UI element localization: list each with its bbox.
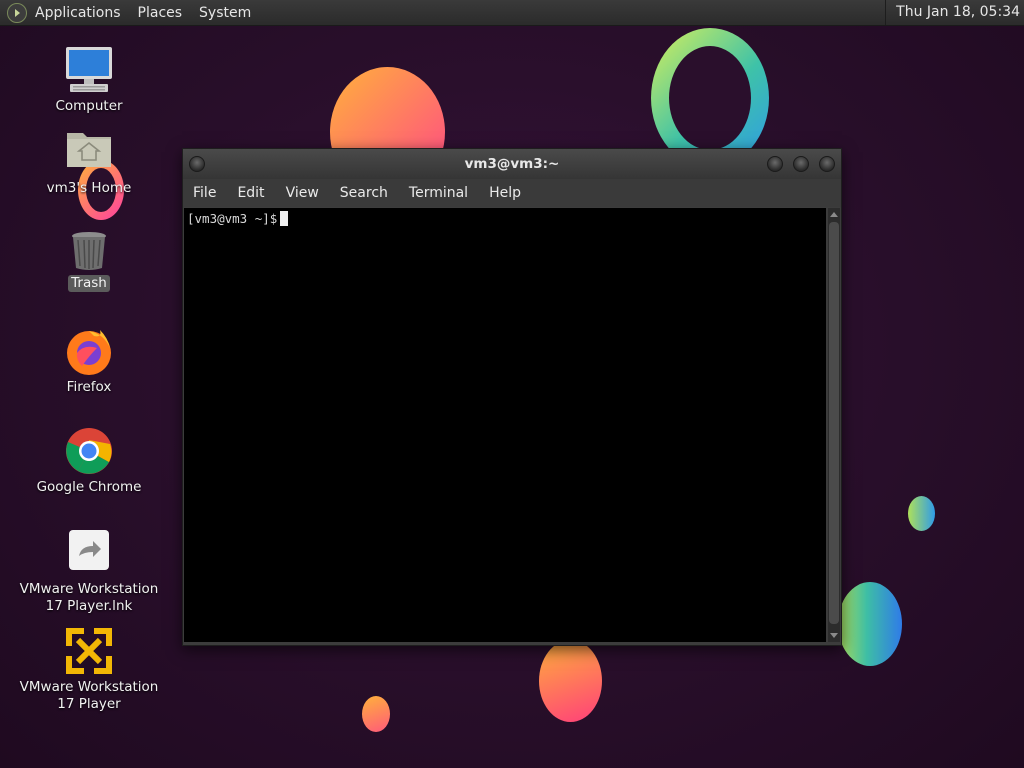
places-menu[interactable]: Places [138,5,183,21]
close-icon[interactable] [819,156,835,172]
menu-edit[interactable]: Edit [237,185,264,201]
desktop-icon-firefox[interactable]: Firefox [14,326,164,396]
terminal-cursor [280,211,289,226]
wallpaper-small-blue-blob [908,496,935,531]
menu-terminal[interactable]: Terminal [409,185,468,201]
home-folder-icon [64,127,114,177]
panel-clock[interactable]: Thu Jan 18, 05:34 [885,0,1024,25]
desktop-icon-label: VMware Workstation 17 Player [20,679,159,713]
menu-view[interactable]: View [286,185,319,201]
trash-icon [64,228,114,272]
window-title: vm3@vm3:~ [464,156,560,172]
menu-file[interactable]: File [193,185,216,201]
scroll-up-icon[interactable] [830,212,838,217]
terminal-prompt-line: [vm3@vm3 ~]$ [187,211,289,226]
desktop-icon-label-line1: VMware Workstation [19,581,159,597]
terminal-output[interactable]: [vm3@vm3 ~]$ [184,208,826,642]
terminal-menubar: File Edit View Search Terminal Help [183,179,841,207]
terminal-prompt: [vm3@vm3 ~]$ [187,211,278,226]
terminal-scrollbar[interactable] [828,208,840,642]
desktop-icon-computer[interactable]: Computer [14,45,164,115]
desktop-icon-label: vm3's Home [46,180,132,196]
desktop-icon-label: VMware Workstation 17 Player.lnk [20,581,159,615]
applications-menu[interactable]: Applications [35,5,121,21]
desktop-icon-label: Computer [55,98,123,114]
wallpaper-green-ring [651,28,769,168]
desktop-icon-trash[interactable]: Trash [14,228,164,292]
desktop-icon-label: Google Chrome [36,479,142,495]
menu-search[interactable]: Search [340,185,388,201]
desktop-icon-label-line2: 17 Player [57,696,121,712]
desktop-icon-label-line2: 17 Player.lnk [45,598,133,614]
chrome-icon [64,426,114,476]
scroll-down-icon[interactable] [830,633,838,638]
wallpaper-blue-blob [838,582,902,666]
distro-logo-icon[interactable] [7,2,27,23]
computer-icon [64,45,114,95]
desktop: Applications Places System Thu Jan 18, 0… [0,0,1024,768]
wallpaper-orange-blob-bottom [539,640,602,722]
minimize-icon[interactable] [767,156,783,172]
terminal-window[interactable]: vm3@vm3:~ File Edit View Search Terminal… [182,148,842,646]
firefox-icon [64,326,114,376]
desktop-icon-chrome[interactable]: Google Chrome [14,426,164,496]
scrollbar-thumb[interactable] [829,222,839,624]
menu-help[interactable]: Help [489,185,521,201]
shortcut-icon [64,528,114,578]
vmware-icon [64,626,114,676]
desktop-icon-label-line1: VMware Workstation [19,679,159,695]
system-menu[interactable]: System [199,5,251,21]
desktop-icon-vmware[interactable]: VMware Workstation 17 Player [14,626,164,713]
window-titlebar[interactable]: vm3@vm3:~ [183,149,841,179]
desktop-icon-label: Trash [68,275,110,292]
desktop-icon-vmware-shortcut[interactable]: VMware Workstation 17 Player.lnk [14,528,164,615]
top-panel: Applications Places System Thu Jan 18, 0… [0,0,1024,26]
maximize-icon[interactable] [793,156,809,172]
window-menu-icon[interactable] [189,156,205,172]
desktop-icon-home[interactable]: vm3's Home [14,127,164,197]
desktop-icon-label: Firefox [66,379,112,395]
wallpaper-small-orange-blob [362,696,390,732]
